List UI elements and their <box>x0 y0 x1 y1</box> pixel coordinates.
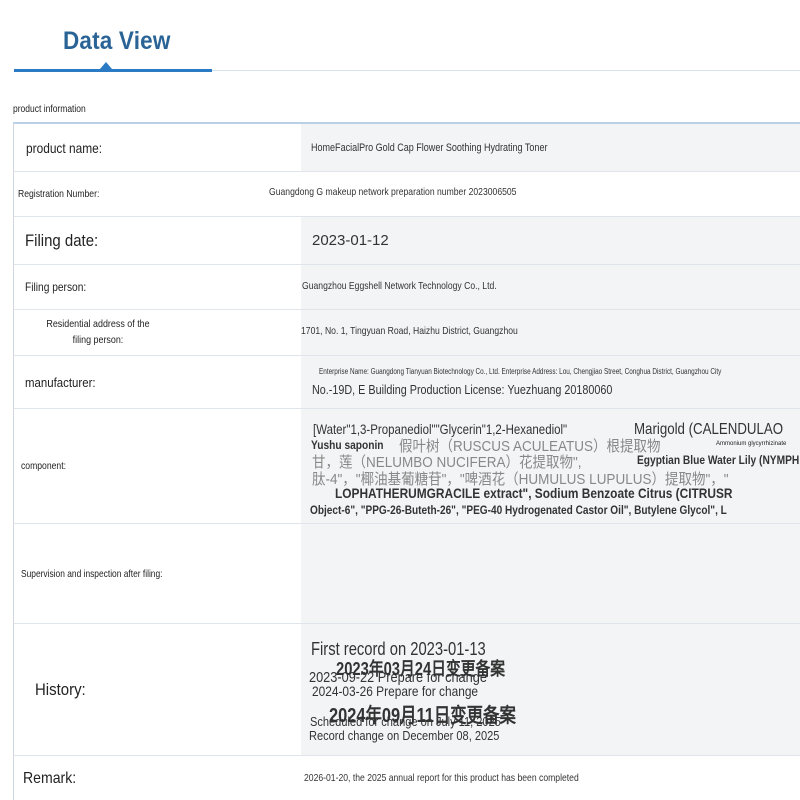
component-line: Yushu saponin <box>311 438 384 452</box>
row-remark: Remark: 2026-01-20, the 2025 annual repo… <box>14 756 800 800</box>
manufacturer-value-line2: No.-19D, E Building Production License: … <box>312 382 613 397</box>
component-label: component: <box>21 460 66 472</box>
filing-date-label: Filing date: <box>25 230 99 250</box>
filing-person-value: Guangzhou Eggshell Network Technology Co… <box>302 280 497 292</box>
tab-data-view[interactable]: Data View <box>63 27 171 56</box>
tab-bar: Data View <box>14 0 800 72</box>
product-name-label: product name: <box>26 139 103 156</box>
component-line: LOPHATHERUMGRACILE extract", Sodium Benz… <box>335 485 733 501</box>
filing-date-value: 2023-01-12 <box>312 232 389 249</box>
row-product-name: product name: HomeFacialPro Gold Cap Flo… <box>14 124 800 172</box>
row-filing-person: Filing person: Guangzhou Eggshell Networ… <box>14 265 800 310</box>
supervision-label: Supervision and inspection after filing: <box>21 567 163 580</box>
manufacturer-value-line1: Enterprise Name: Guangdong Tianyuan Biot… <box>319 367 722 376</box>
history-entry: Record change on December 08, 2025 <box>309 728 500 743</box>
registration-number-label: Registration Number: <box>18 188 100 200</box>
address-label-line2: filing person: <box>72 334 124 346</box>
row-supervision: Supervision and inspection after filing: <box>14 524 800 624</box>
row-filing-date: Filing date: 2023-01-12 <box>14 217 800 265</box>
component-line: Ammonium glycyrrhizinate <box>716 441 787 447</box>
active-tab-caret-icon <box>100 62 112 69</box>
tab-divider <box>212 70 800 71</box>
filing-person-label: Filing person: <box>25 280 87 294</box>
component-line: Object-6", "PPG-26-Buteth-26", "PEG-40 H… <box>310 503 727 517</box>
remark-value: 2026-01-20, the 2025 annual report for t… <box>304 772 579 784</box>
row-history: History: First record on 2023-01-13 2023… <box>14 624 800 756</box>
history-label: History: <box>35 679 86 699</box>
row-registration-number: Registration Number: Guangdong G makeup … <box>14 172 800 217</box>
history-entry: 2024-03-26 Prepare for change <box>312 683 479 699</box>
product-name-value: HomeFacialPro Gold Cap Flower Soothing H… <box>311 142 548 154</box>
manufacturer-label: manufacturer: <box>25 374 96 390</box>
address-label-line1: Residential address of the <box>46 318 150 330</box>
history-entry: Scheduled for change on July 11, 2025 <box>310 714 501 729</box>
registration-number-value: Guangdong G makeup network preparation n… <box>269 186 517 198</box>
remark-label: Remark: <box>23 770 77 787</box>
row-manufacturer: manufacturer: Enterprise Name: Guangdong… <box>14 356 800 409</box>
product-info-table: product name: HomeFacialPro Gold Cap Flo… <box>13 122 800 800</box>
section-title: product information <box>13 104 86 115</box>
component-line: Egyptian Blue Water Lily (NYMPH <box>637 453 800 467</box>
row-component: component: [Water"1,3-Propanediol""Glyce… <box>14 409 800 524</box>
address-value: 1701, No. 1, Tingyuan Road, Haizhu Distr… <box>301 325 518 337</box>
active-tab-underline <box>14 69 212 72</box>
row-filing-address: Residential address of the filing person… <box>14 310 800 356</box>
